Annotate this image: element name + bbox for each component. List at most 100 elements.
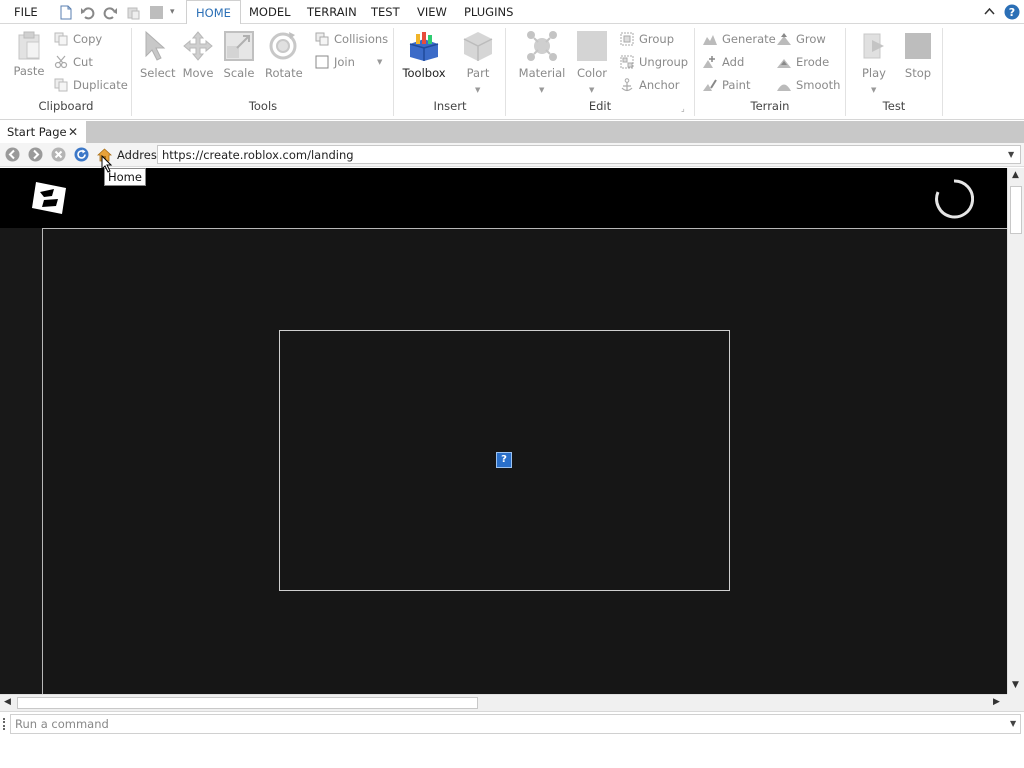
tab-terrain[interactable]: TERRAIN: [307, 0, 357, 24]
play-dropdown-icon[interactable]: ▼: [871, 86, 876, 94]
terrain-erode-button[interactable]: Erode: [777, 53, 829, 71]
color-swatch-icon: [577, 31, 607, 61]
scroll-down-icon[interactable]: ▼: [1012, 680, 1019, 690]
join-toggle[interactable]: Join: [315, 53, 355, 71]
collapse-ribbon-icon[interactable]: [983, 5, 996, 18]
paste-quick-icon[interactable]: [126, 5, 141, 20]
horizontal-scroll-thumb[interactable]: [17, 697, 478, 709]
roblox-logo-icon[interactable]: [30, 180, 68, 216]
terrain-smooth-button[interactable]: Smooth: [777, 76, 840, 94]
anchor-button[interactable]: Anchor: [620, 76, 680, 94]
scale-label: Scale: [223, 66, 255, 80]
address-bar: Address ▼: [0, 143, 1024, 167]
move-label: Move: [182, 66, 214, 80]
part-dropdown-icon[interactable]: ▼: [475, 86, 480, 94]
scale-icon: [224, 31, 254, 61]
copy-button[interactable]: Copy: [54, 30, 102, 48]
close-icon[interactable]: ✕: [68, 121, 78, 143]
terrain-grow-button[interactable]: Grow: [777, 30, 826, 48]
scroll-left-icon[interactable]: ◀: [4, 697, 11, 707]
move-arrows-icon: [183, 31, 213, 61]
tab-model[interactable]: MODEL: [249, 0, 291, 24]
material-dropdown-icon[interactable]: ▼: [539, 86, 544, 94]
toolbox-icon: [409, 32, 439, 61]
copy-label: Copy: [73, 32, 103, 46]
select-button[interactable]: Select: [140, 30, 176, 80]
tab-home[interactable]: HOME: [186, 0, 241, 25]
color-button[interactable]: Color: [574, 30, 610, 80]
scroll-up-icon[interactable]: ▲: [1012, 170, 1019, 180]
rotate-icon: [269, 32, 297, 60]
ungroup-label: Ungroup: [639, 55, 689, 69]
scale-button[interactable]: Scale: [222, 30, 256, 80]
terrain-paint-label: Paint: [722, 78, 751, 92]
terrain-add-button[interactable]: Add: [703, 53, 744, 71]
vertical-scrollbar[interactable]: ▲ ▼: [1007, 168, 1024, 694]
move-button[interactable]: Move: [182, 30, 214, 80]
terrain-smooth-icon: [777, 84, 791, 91]
terrain-add-label: Add: [722, 55, 745, 69]
undo-icon[interactable]: [80, 5, 95, 20]
back-icon[interactable]: [5, 147, 20, 162]
vertical-scroll-thumb[interactable]: [1010, 186, 1022, 234]
terrain-group-label: Terrain: [750, 99, 790, 113]
stop-quick-icon[interactable]: [149, 5, 164, 20]
copy-icon: [54, 32, 68, 46]
forward-icon[interactable]: [28, 147, 43, 162]
command-bar-grip-icon[interactable]: [3, 718, 6, 730]
terrain-generate-icon: [703, 35, 717, 45]
material-button[interactable]: Material: [518, 30, 566, 80]
terrain-paint-icon: [703, 79, 717, 91]
toolbox-button[interactable]: Toolbox: [400, 30, 448, 80]
tab-plugins[interactable]: PLUGINS: [464, 0, 513, 24]
terrain-generate-button[interactable]: Generate: [703, 30, 776, 48]
select-label: Select: [140, 66, 176, 80]
refresh-icon[interactable]: [74, 147, 89, 162]
paste-icon: [18, 31, 40, 60]
part-cube-icon: [463, 32, 493, 61]
join-checkbox-icon: [315, 55, 329, 69]
quick-access-dropdown-icon[interactable]: ▾: [170, 0, 175, 24]
help-icon[interactable]: ?: [1004, 4, 1020, 20]
group-button[interactable]: Group: [620, 30, 674, 48]
duplicate-label: Duplicate: [73, 78, 128, 92]
address-input[interactable]: [157, 145, 1021, 164]
rotate-button[interactable]: Rotate: [265, 30, 303, 80]
part-button[interactable]: Part: [460, 30, 496, 80]
command-dropdown-icon[interactable]: ▼: [1010, 716, 1016, 732]
color-dropdown-icon[interactable]: ▼: [589, 86, 594, 94]
play-label: Play: [862, 66, 886, 80]
terrain-grow-label: Grow: [796, 32, 826, 46]
join-dropdown-icon[interactable]: ▼: [377, 58, 382, 66]
file-menu[interactable]: FILE: [14, 0, 38, 24]
address-dropdown-icon[interactable]: ▼: [1008, 146, 1014, 164]
collisions-toggle[interactable]: Collisions: [315, 30, 388, 48]
collisions-label: Collisions: [334, 32, 389, 46]
scroll-right-icon[interactable]: ▶: [993, 697, 1000, 707]
terrain-add-icon: [703, 56, 715, 68]
paste-button[interactable]: Paste: [12, 30, 46, 78]
mouse-cursor-icon: [101, 155, 113, 173]
play-button[interactable]: Play: [857, 30, 891, 80]
stop-button[interactable]: Stop: [900, 30, 936, 80]
stop-icon: [905, 33, 931, 59]
tab-view[interactable]: VIEW: [417, 0, 447, 24]
edit-group-label: Edit: [588, 99, 612, 113]
ungroup-button[interactable]: Ungroup: [620, 53, 688, 71]
new-file-icon[interactable]: [58, 5, 73, 20]
duplicate-button[interactable]: Duplicate: [54, 76, 128, 94]
menu-bar: FILE ▾ HOME MODEL TERRAIN TEST VIEW PLUG…: [0, 0, 1024, 25]
site-header: [0, 168, 1007, 228]
command-input[interactable]: [10, 714, 1021, 734]
tab-test[interactable]: TEST: [371, 0, 400, 24]
scroll-corner: [1007, 694, 1024, 711]
redo-icon[interactable]: [103, 5, 118, 20]
stop-loading-icon[interactable]: [51, 147, 66, 162]
anchor-label: Anchor: [639, 78, 680, 92]
anchor-icon: [621, 78, 633, 92]
scissors-icon: [54, 55, 68, 69]
cut-button[interactable]: Cut: [54, 53, 93, 71]
terrain-paint-button[interactable]: Paint: [703, 76, 750, 94]
ribbon: Paste Copy Cut Duplicate Clipboard Selec…: [0, 24, 1024, 120]
horizontal-scrollbar[interactable]: ◀ ▶: [0, 694, 1007, 711]
